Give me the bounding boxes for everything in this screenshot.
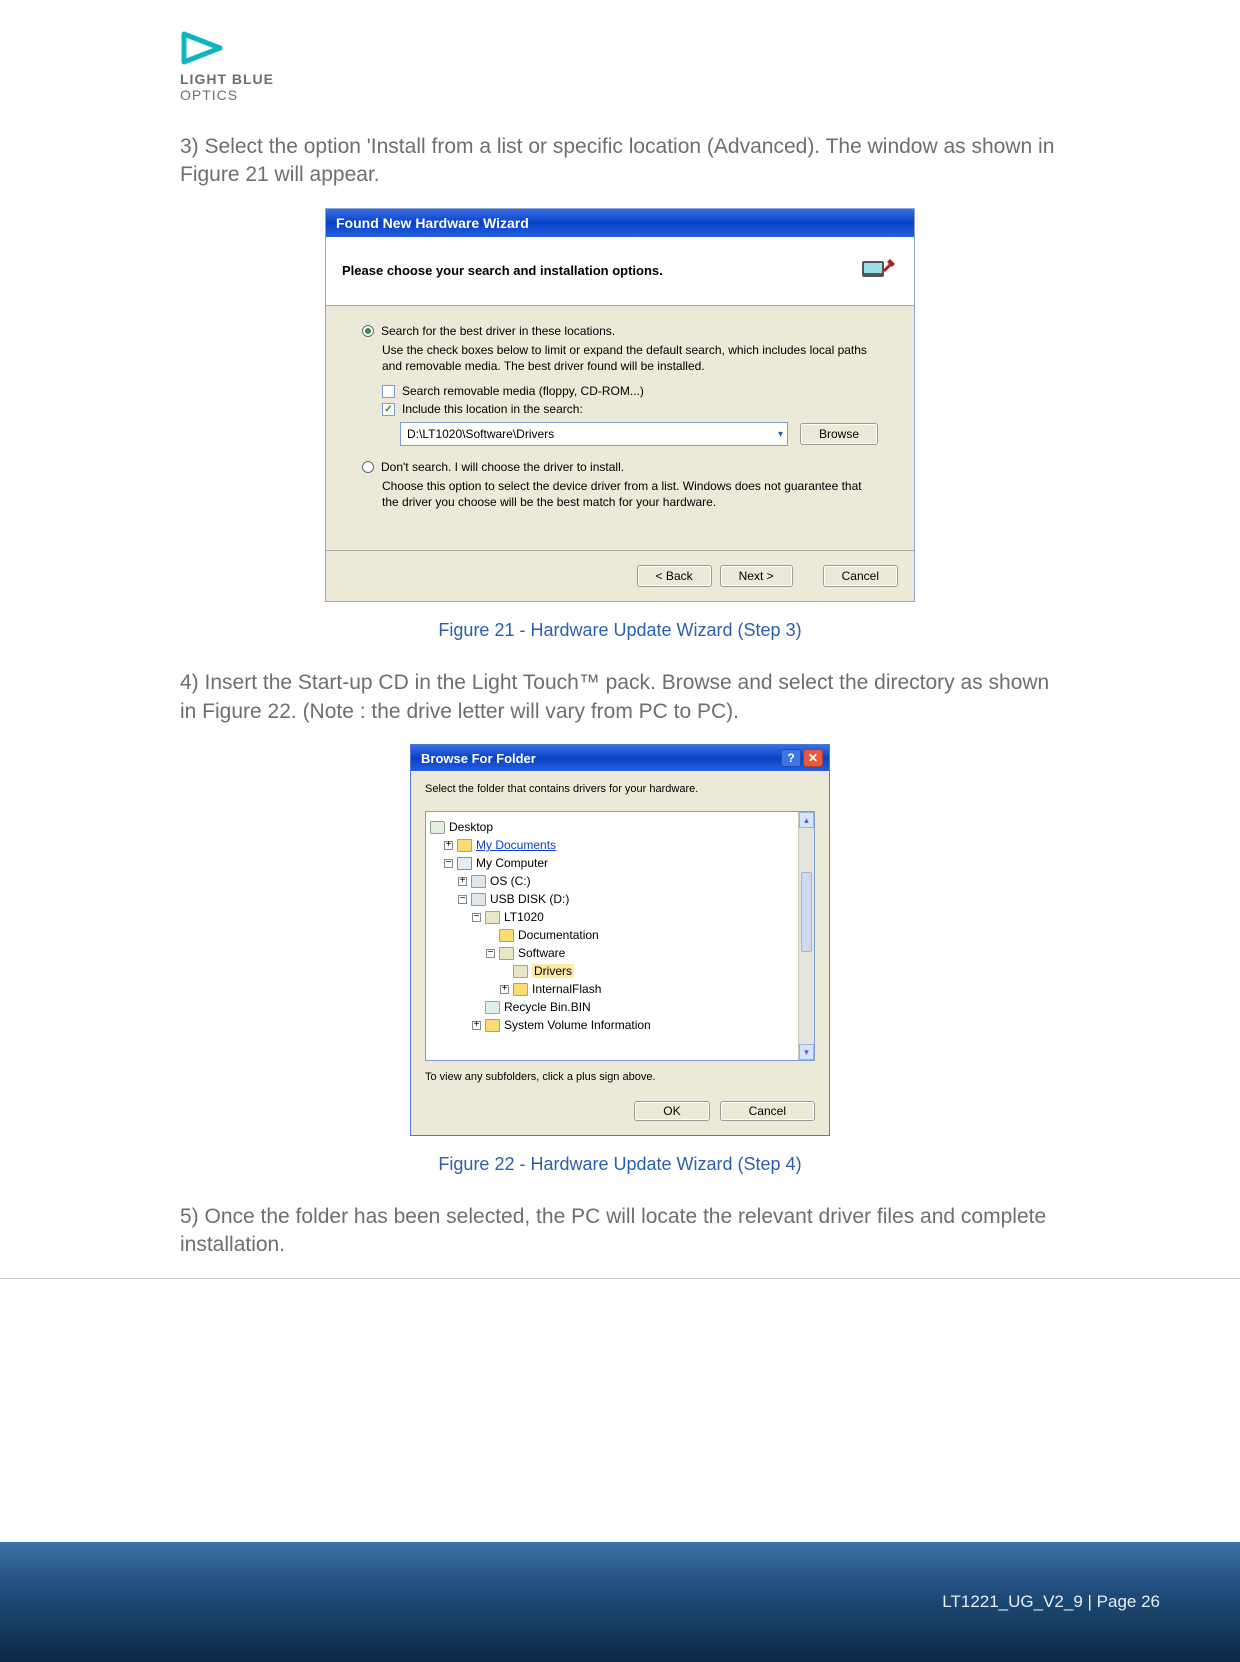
- ok-button[interactable]: OK: [634, 1101, 709, 1121]
- wizard-heading: Please choose your search and installati…: [342, 263, 663, 278]
- tree-node-documentation[interactable]: Documentation: [486, 926, 810, 944]
- tree-node-drivers[interactable]: Drivers: [500, 962, 810, 980]
- checkbox-removable-media[interactable]: [382, 385, 395, 398]
- scroll-down-icon[interactable]: ▾: [799, 1044, 814, 1060]
- wizard-titlebar: Found New Hardware Wizard: [326, 209, 914, 237]
- page-footer: LT1221_UG_V2_9 | Page 26: [0, 1542, 1240, 1662]
- browse-folder-title: Browse For Folder: [421, 751, 536, 766]
- checkbox-removable-media-label: Search removable media (floppy, CD-ROM..…: [402, 384, 644, 398]
- folder-open-icon: [499, 947, 514, 960]
- browse-folder-message: Select the folder that contains drivers …: [425, 783, 815, 795]
- cancel-button[interactable]: Cancel: [823, 565, 898, 587]
- help-button[interactable]: ?: [781, 749, 801, 767]
- next-button[interactable]: Next >: [720, 565, 793, 587]
- driver-path-input[interactable]: D:\LT1020\Software\Drivers ▾: [400, 422, 788, 446]
- wizard-icon: [854, 249, 898, 293]
- folder-icon: [513, 983, 528, 996]
- tree-node-mydocs[interactable]: + My Documents: [444, 836, 810, 854]
- close-button[interactable]: ✕: [803, 749, 823, 767]
- expand-icon[interactable]: +: [500, 985, 509, 994]
- radio-search-best[interactable]: [362, 325, 374, 337]
- browse-cancel-button[interactable]: Cancel: [720, 1101, 815, 1121]
- expand-icon[interactable]: +: [472, 1021, 481, 1030]
- scroll-up-icon[interactable]: ▴: [799, 812, 814, 828]
- logo-line1: LIGHT BLUE: [180, 71, 1240, 87]
- collapse-icon[interactable]: −: [444, 859, 453, 868]
- logo: LIGHT BLUE OPTICS: [180, 30, 1240, 103]
- collapse-icon[interactable]: −: [486, 949, 495, 958]
- step3-text: 3) Select the option 'Install from a lis…: [180, 133, 1060, 190]
- checkbox-include-location-label: Include this location in the search:: [402, 402, 583, 416]
- browse-folder-window: Browse For Folder ? ✕ Select the folder …: [410, 744, 830, 1136]
- dropdown-arrow-icon[interactable]: ▾: [778, 429, 783, 440]
- radio-dont-search-label: Don't search. I will choose the driver t…: [381, 460, 624, 474]
- step5-text: 5) Once the folder has been selected, th…: [180, 1203, 1060, 1260]
- checkbox-include-location[interactable]: ✓: [382, 403, 395, 416]
- folder-icon: [457, 839, 472, 852]
- expand-icon[interactable]: +: [458, 877, 467, 886]
- tree-node-desktop[interactable]: Desktop: [430, 818, 810, 836]
- figure22-caption: Figure 22 - Hardware Update Wizard (Step…: [180, 1154, 1060, 1175]
- logo-line2: OPTICS: [180, 87, 1240, 103]
- tree-node-sysvol[interactable]: + System Volume Information: [472, 1016, 810, 1034]
- collapse-icon[interactable]: −: [472, 913, 481, 922]
- folder-icon: [499, 929, 514, 942]
- tree-node-usb-d[interactable]: − USB DISK (D:): [458, 890, 810, 908]
- radio-search-best-label: Search for the best driver in these loca…: [381, 324, 615, 338]
- folder-icon: [485, 1019, 500, 1032]
- driver-path-value: D:\LT1020\Software\Drivers: [407, 427, 554, 441]
- opt2-desc: Choose this option to select the device …: [382, 478, 878, 510]
- step4-text: 4) Insert the Start-up CD in the Light T…: [180, 669, 1060, 726]
- logo-icon: [180, 30, 228, 66]
- tree-scrollbar[interactable]: ▴ ▾: [798, 812, 814, 1060]
- scroll-thumb[interactable]: [801, 872, 812, 952]
- computer-icon: [457, 857, 472, 870]
- tree-node-mycomputer[interactable]: − My Computer: [444, 854, 810, 872]
- folder-tree[interactable]: ▴ ▾ Desktop + My Documents −: [425, 811, 815, 1061]
- expand-icon[interactable]: +: [444, 841, 453, 850]
- desktop-icon: [430, 821, 445, 834]
- radio-dont-search[interactable]: [362, 461, 374, 473]
- drive-icon: [471, 875, 486, 888]
- tree-node-os-c[interactable]: + OS (C:): [458, 872, 810, 890]
- browse-folder-note: To view any subfolders, click a plus sig…: [425, 1071, 815, 1083]
- tree-node-recyclebin[interactable]: Recycle Bin.BIN: [472, 998, 810, 1016]
- footer-text: LT1221_UG_V2_9 | Page 26: [942, 1592, 1160, 1612]
- opt1-desc: Use the check boxes below to limit or ex…: [382, 342, 878, 374]
- browse-button[interactable]: Browse: [800, 423, 878, 445]
- collapse-icon[interactable]: −: [458, 895, 467, 904]
- recycle-bin-icon: [485, 1001, 500, 1014]
- tree-node-internalflash[interactable]: + InternalFlash: [500, 980, 810, 998]
- wizard-window: Found New Hardware Wizard Please choose …: [325, 208, 915, 603]
- drive-icon: [471, 893, 486, 906]
- tree-node-software[interactable]: − Software: [486, 944, 810, 962]
- folder-open-icon: [485, 911, 500, 924]
- folder-open-icon: [513, 965, 528, 978]
- back-button[interactable]: < Back: [637, 565, 712, 587]
- tree-node-lt1020[interactable]: − LT1020: [472, 908, 810, 926]
- figure21-caption: Figure 21 - Hardware Update Wizard (Step…: [180, 620, 1060, 641]
